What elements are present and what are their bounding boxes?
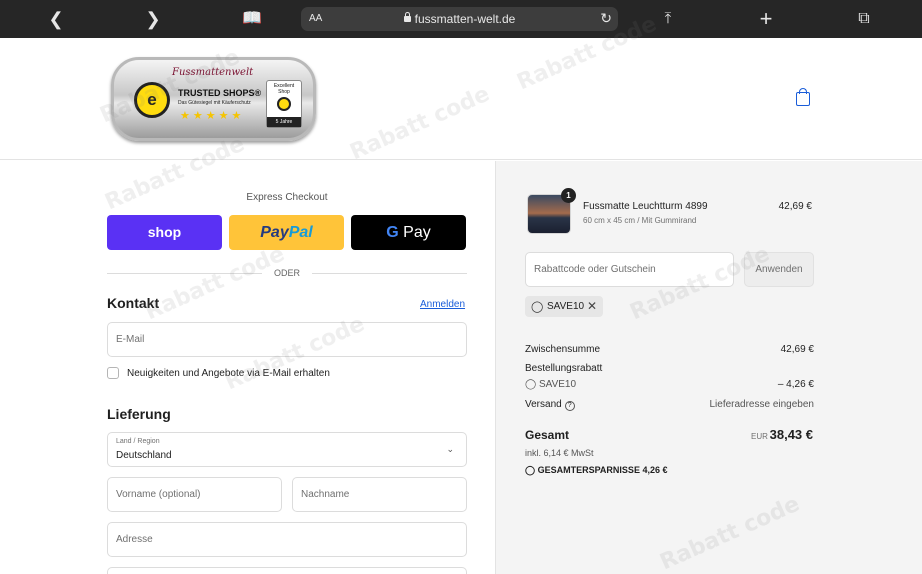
- or-label: ODER: [273, 268, 300, 278]
- savings-label: GESAMTERSPARNISSE: [537, 465, 640, 475]
- total-currency: EUR: [751, 432, 768, 441]
- shop-label: Shop: [278, 89, 290, 95]
- shop-pay-button[interactable]: shop: [107, 215, 222, 250]
- paypal-button[interactable]: PayPal: [229, 215, 344, 250]
- country-value: Deutschland: [116, 450, 172, 461]
- order-discount-row: Bestellungsrabatt: [525, 363, 814, 377]
- years-label: 5 Jahre: [267, 117, 301, 127]
- trust-seal-icon: e: [134, 82, 170, 118]
- excellent-shop-box: Excellent Shop 5 Jahre: [266, 80, 302, 128]
- total-label: Gesamt: [525, 428, 570, 442]
- total-savings: ◯ GESAMTERSPARNISSE 4,26 €: [525, 465, 668, 476]
- trusted-shops-logo[interactable]: Fussmattenwelt e TRUSTED SHOPS® Das Güte…: [111, 57, 316, 141]
- discount-code-row: ◯ SAVE10 – 4,26 €: [525, 379, 814, 393]
- tax-line: inkl. 6,14 € MwSt: [525, 448, 594, 458]
- order-discount-label: Bestellungsrabatt: [525, 363, 603, 374]
- quantity-badge: 1: [561, 188, 576, 203]
- newsletter-checkbox[interactable]: [107, 367, 119, 379]
- shipping-row: Versand? Lieferadresse eingeben: [525, 399, 814, 413]
- next-field[interactable]: [107, 567, 467, 574]
- tabs-icon[interactable]: ⧉: [853, 9, 875, 29]
- checkout-form: Express Checkout shop PayPal G Pay ODER …: [0, 161, 495, 574]
- brand-name: Fussmattenwelt: [172, 67, 254, 78]
- browser-toolbar: ❮ ❯ 📖 AA fussmatten-welt.de ↻ ⤒ + ⧉: [0, 0, 922, 38]
- delivery-title: Lieferung: [107, 406, 171, 422]
- applied-code: SAVE10: [547, 301, 585, 312]
- bookmarks-icon[interactable]: 📖: [241, 9, 263, 29]
- discount-code-label: SAVE10: [538, 379, 577, 390]
- applied-discount-chip: ◯ SAVE10 ✕: [525, 296, 603, 317]
- subtotal-label: Zwischensumme: [525, 344, 601, 355]
- apply-discount-button[interactable]: Anwenden: [744, 252, 814, 287]
- subtotal-value: 42,69 €: [780, 344, 814, 355]
- product-name: Fussmatte Leuchtturm 4899: [583, 201, 708, 212]
- firstname-field[interactable]: [107, 477, 282, 512]
- product-variant: 60 cm x 45 cm / Mit Gummirand: [583, 216, 697, 225]
- info-icon[interactable]: ?: [564, 401, 575, 411]
- lastname-field[interactable]: [292, 477, 467, 512]
- tag-icon: ◯: [531, 301, 544, 313]
- product-thumbnail: 1: [527, 188, 576, 234]
- login-link[interactable]: Anmelden: [420, 299, 465, 310]
- tag-icon: ◯: [525, 379, 537, 390]
- address-field[interactable]: [107, 522, 467, 557]
- email-field[interactable]: [107, 322, 467, 357]
- total-value: 38,43 €: [769, 427, 813, 442]
- country-select[interactable]: Land / Region Deutschland ⌄: [107, 432, 467, 467]
- new-tab-icon[interactable]: +: [755, 8, 777, 30]
- mini-seal-icon: [277, 97, 291, 111]
- gpay-label: Pay: [403, 224, 431, 241]
- tag-icon: ◯: [525, 465, 536, 475]
- trust-title: TRUSTED SHOPS®: [178, 88, 262, 98]
- reload-icon[interactable]: ↻: [600, 10, 612, 27]
- chevron-down-icon: ⌄: [446, 444, 454, 454]
- google-pay-button[interactable]: G Pay: [351, 215, 466, 250]
- url-text: fussmatten-welt.de: [414, 12, 516, 26]
- lock-icon: [403, 12, 411, 22]
- paypal-label-2: Pal: [288, 224, 313, 241]
- back-icon[interactable]: ❮: [45, 9, 67, 29]
- forward-icon[interactable]: ❯: [142, 9, 164, 29]
- country-label: Land / Region: [116, 438, 160, 445]
- address-bar[interactable]: AA fussmatten-welt.de ↻: [301, 7, 618, 31]
- or-divider: ODER: [107, 267, 467, 279]
- order-summary: 1 Fussmatte Leuchtturm 4899 60 cm x 45 c…: [495, 161, 922, 574]
- savings-value: 4,26 €: [642, 465, 668, 475]
- trust-subtitle: Das Gütesiegel mit Käuferschutz: [178, 100, 251, 106]
- newsletter-label: Neuigkeiten und Angebote via E-Mail erha…: [127, 368, 330, 379]
- discount-code-field[interactable]: [525, 252, 734, 287]
- subtotal-row: Zwischensumme 42,69 €: [525, 344, 814, 358]
- shipping-label: Versand: [525, 399, 562, 410]
- shipping-value: Lieferadresse eingeben: [709, 399, 814, 410]
- shop-header: Fussmattenwelt e TRUSTED SHOPS® Das Güte…: [0, 38, 922, 160]
- share-icon[interactable]: ⤒: [657, 9, 679, 29]
- remove-discount-icon[interactable]: ✕: [587, 299, 597, 313]
- shopping-bag-icon[interactable]: [796, 88, 810, 106]
- product-price: 42,69 €: [778, 201, 812, 212]
- express-checkout-label: Express Checkout: [246, 192, 328, 203]
- paypal-label-1: Pay: [260, 224, 289, 241]
- google-g-icon: G: [386, 224, 399, 241]
- discount-value: – 4,26 €: [777, 379, 814, 390]
- contact-title: Kontakt: [107, 295, 160, 311]
- rating-stars: ★★★★★: [180, 110, 245, 122]
